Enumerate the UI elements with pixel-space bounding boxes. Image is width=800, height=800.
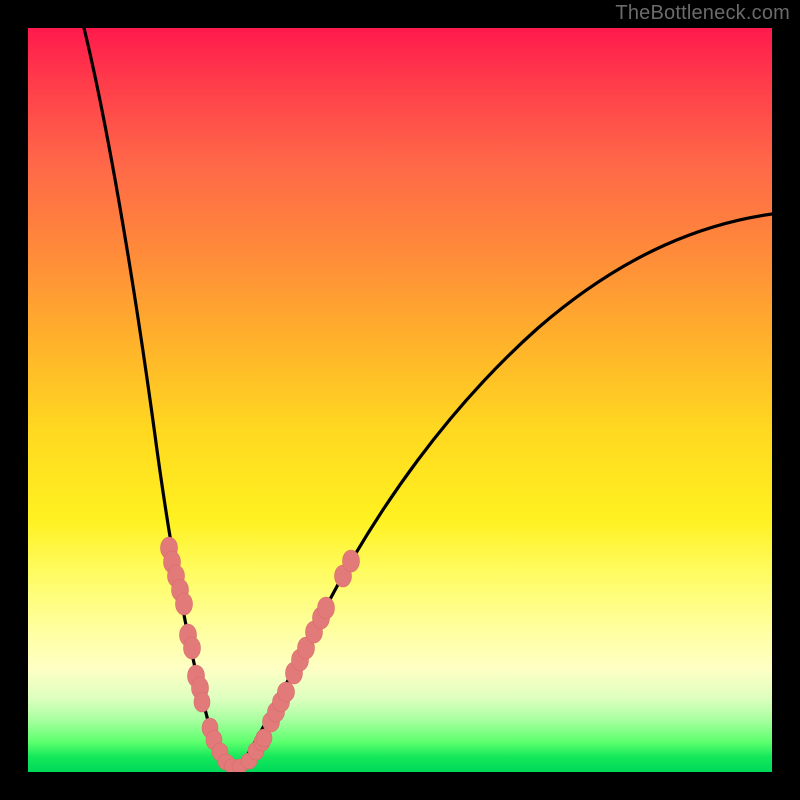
chart-frame: TheBottleneck.com bbox=[0, 0, 800, 800]
curve-left-branch bbox=[84, 28, 230, 772]
marker bbox=[343, 550, 360, 572]
plot-area bbox=[28, 28, 772, 772]
marker bbox=[194, 692, 210, 712]
watermark-label: TheBottleneck.com bbox=[615, 2, 790, 25]
curve-right-branch bbox=[236, 214, 772, 772]
marker bbox=[278, 682, 295, 702]
curve-layer bbox=[28, 28, 772, 772]
marker-group bbox=[161, 537, 360, 772]
marker bbox=[184, 637, 201, 659]
marker bbox=[318, 597, 335, 619]
marker bbox=[176, 593, 193, 615]
